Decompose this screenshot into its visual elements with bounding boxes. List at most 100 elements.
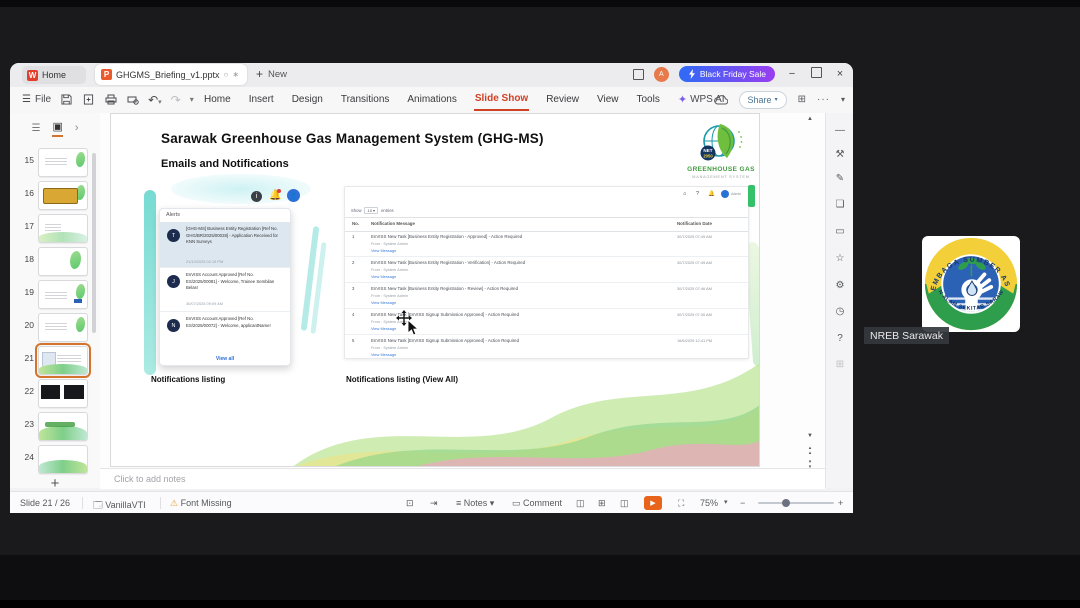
menu-slide-show[interactable]: Slide Show xyxy=(473,88,530,111)
thumbnail-toggle-icon[interactable]: ⊡ xyxy=(406,498,414,509)
previous-slide-button[interactable]: ▴ ▴ xyxy=(805,446,815,456)
comment-panel-icon[interactable]: ▭ xyxy=(826,226,853,237)
alert-item-1[interactable]: T [GHG-MS] Business Entity Registration … xyxy=(160,222,290,268)
zoom-chevron-icon[interactable]: ▾ xyxy=(724,498,728,506)
quick-access-chevron[interactable]: ▾ xyxy=(190,95,194,104)
logo-badge-2050: 2050 xyxy=(703,154,713,159)
slide-sorter-icon[interactable]: ⊞ xyxy=(598,498,606,509)
menu-view[interactable]: View xyxy=(596,89,620,110)
settings-icon[interactable]: ⚙ xyxy=(826,280,853,291)
wps-logo-icon: W xyxy=(27,69,38,81)
portal-avatar: 👤 xyxy=(721,190,729,198)
promo-button[interactable]: Black Friday Sale xyxy=(678,66,775,82)
view-message-link[interactable]: View Message xyxy=(371,326,396,331)
slide-thumb-19[interactable]: 19 xyxy=(10,279,100,309)
thumb-number: 17 xyxy=(24,221,34,231)
zoom-slider-thumb[interactable] xyxy=(782,499,790,507)
slide-thumb-20[interactable]: 20 xyxy=(10,312,100,342)
cloud-sync-icon[interactable] xyxy=(713,94,728,105)
slide-thumb-21-selected[interactable]: 21 xyxy=(10,343,100,378)
slide-canvas[interactable]: Sarawak Greenhouse Gas Management System… xyxy=(110,113,760,467)
scroll-down-arrow[interactable]: ▼ xyxy=(805,433,815,439)
notes-toggle[interactable]: ≡ Notes ▾ xyxy=(456,498,494,509)
view-all-link[interactable]: View all xyxy=(160,356,290,362)
zoom-level[interactable]: 75% xyxy=(700,498,718,508)
panel-scrollbar[interactable] xyxy=(92,153,96,333)
tab-home[interactable]: W Home xyxy=(22,66,86,84)
alert-item-2[interactable]: J EnVISS Account Approved [Ref No. ES/20… xyxy=(160,268,290,312)
print-icon[interactable] xyxy=(104,93,117,106)
menu-animations[interactable]: Animations xyxy=(406,89,457,110)
alert-text: EnVISS Account Approved [Ref No. ES/2025… xyxy=(186,272,275,291)
menu-transitions[interactable]: Transitions xyxy=(340,89,391,110)
share-button[interactable]: Share ▾ xyxy=(738,90,787,109)
normal-view-icon[interactable]: ◫ xyxy=(576,498,585,509)
help-circle-icon[interactable]: ? xyxy=(826,333,853,344)
view-message-link[interactable]: View Message xyxy=(371,300,396,305)
menu-insert[interactable]: Insert xyxy=(248,89,275,110)
account-avatar[interactable]: A xyxy=(653,66,669,82)
slide-thumb-18[interactable]: 18 xyxy=(10,246,100,276)
save-icon[interactable] xyxy=(60,93,73,106)
undo-button[interactable]: ↶▾ xyxy=(148,93,162,107)
jump-to-slide-icon[interactable]: ⇥ xyxy=(430,498,438,509)
zoom-out-button[interactable]: − xyxy=(740,498,745,508)
export-pdf-icon[interactable] xyxy=(82,93,95,106)
apps-grid-icon[interactable]: ⊞ xyxy=(826,359,853,370)
alert-avatar: N xyxy=(167,319,180,332)
slide-thumb-16[interactable]: 16 xyxy=(10,180,100,210)
zoom-in-button[interactable]: + xyxy=(838,498,843,508)
close-button[interactable]: × xyxy=(833,68,847,80)
add-slide-button[interactable]: + xyxy=(10,475,100,492)
fit-slide-icon[interactable]: ⛶ xyxy=(678,498,684,509)
collapse-ribbon-icon[interactable]: ▾ xyxy=(841,95,845,104)
view-message-link[interactable]: View Message xyxy=(371,248,396,253)
slide-thumb-17[interactable]: 17 xyxy=(10,213,100,243)
slide-thumb-22[interactable]: 22 xyxy=(10,378,100,408)
ghgms-logo-subtitle: MANAGEMENT SYSTEM xyxy=(692,175,750,179)
minimize-button[interactable]: − xyxy=(785,68,799,80)
alert-item-3[interactable]: N EnVISS Account Approved [Ref No. ES/20… xyxy=(160,312,290,352)
notes-bar[interactable]: Click to add notes xyxy=(100,468,825,489)
slide-thumb-24[interactable]: 24 xyxy=(10,444,100,474)
file-menu[interactable]: ☰ File xyxy=(22,94,51,105)
font-missing-warning[interactable]: ⚠ Font Missing xyxy=(170,498,232,509)
smart-design-icon[interactable]: ✎ xyxy=(826,173,853,184)
maximize-button[interactable] xyxy=(809,67,823,81)
thumbnail-view-icon[interactable]: ▣ xyxy=(52,120,63,137)
zoom-slider[interactable] xyxy=(758,499,834,507)
table-row[interactable]: 3 EnVISS New Task [Business Entity Regis… xyxy=(345,282,748,309)
scroll-up-arrow[interactable]: ▲ xyxy=(805,116,815,122)
tab-preview-icon[interactable] xyxy=(632,68,644,80)
history-icon[interactable]: ◷ xyxy=(826,306,853,317)
menu-tools[interactable]: Tools xyxy=(636,89,661,110)
menu-design[interactable]: Design xyxy=(291,89,324,110)
effects-icon[interactable]: ☆ xyxy=(826,253,853,264)
entries-select[interactable]: 10 ▾ xyxy=(364,207,379,214)
slide-thumb-23[interactable]: 23 xyxy=(10,411,100,441)
more-options-icon[interactable]: ··· xyxy=(817,94,830,105)
slideshow-play-button[interactable]: ▶ xyxy=(644,496,662,510)
design-theme-button[interactable]: 🗔 VanillaVTI xyxy=(93,498,146,513)
view-message-link[interactable]: View Message xyxy=(371,274,396,279)
panel-collapse-icon[interactable]: › xyxy=(75,122,79,134)
new-tab-button[interactable]: + New xyxy=(256,67,287,81)
menu-home[interactable]: Home xyxy=(203,89,232,110)
layout-switch-icon[interactable]: ⊞ xyxy=(798,94,806,105)
redo-button[interactable]: ↷ xyxy=(171,93,181,107)
comment-button[interactable]: ▭ Comment xyxy=(512,498,562,509)
slide-thumb-15[interactable]: 15 xyxy=(10,147,100,177)
tab-document-label: GHGMS_Briefing_v1.pptx xyxy=(116,69,220,80)
shapes-icon[interactable]: ❏ xyxy=(826,199,853,210)
table-row[interactable]: 1 EnVISS New Task [Business Entity Regis… xyxy=(345,230,748,257)
tools-icon[interactable]: ⚒ xyxy=(826,149,853,160)
menu-review[interactable]: Review xyxy=(545,89,580,110)
outline-view-icon[interactable]: ☰ xyxy=(31,123,40,134)
print-preview-icon[interactable] xyxy=(126,93,139,106)
collapse-strip-icon[interactable]: — xyxy=(826,125,853,136)
tab-document[interactable]: P GHGMS_Briefing_v1.pptx ○ ∗ xyxy=(95,64,247,85)
reading-view-icon[interactable]: ◫ xyxy=(620,498,629,509)
table-row[interactable]: 2 EnVISS New Task [Business Entity Regis… xyxy=(345,256,748,283)
tab-sync-icon[interactable]: ○ xyxy=(224,70,229,79)
show-entries-control[interactable]: Show 10 ▾ entries xyxy=(351,207,394,214)
